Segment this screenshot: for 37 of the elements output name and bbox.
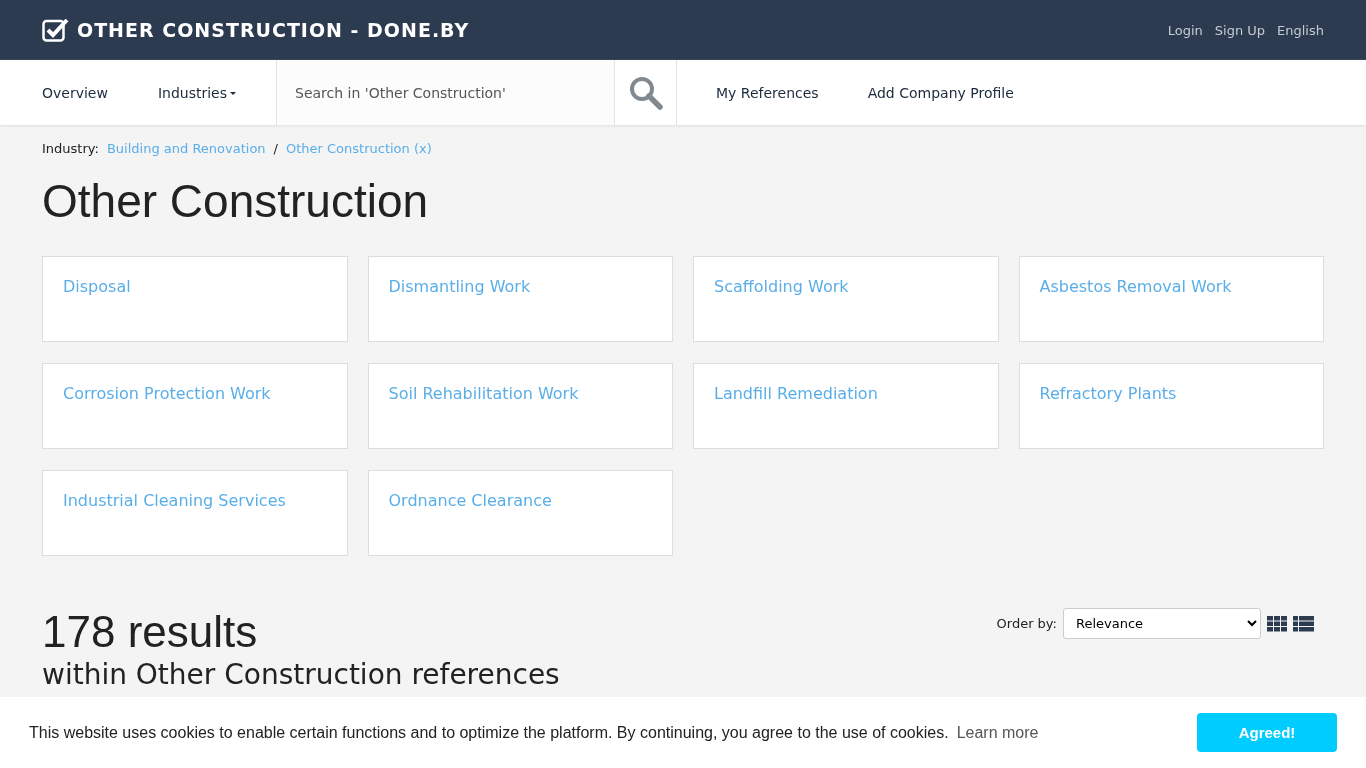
category-card[interactable]: Refractory Plants [1018, 363, 1324, 449]
search-button[interactable] [614, 60, 678, 125]
nav-link[interactable]: Overview [0, 60, 108, 125]
header-link[interactable]: Login [1167, 22, 1203, 38]
results-count: 178 results [42, 610, 259, 654]
search-icon [628, 75, 663, 110]
site-title: OTHER CONSTRUCTION - DONE.BY [77, 19, 470, 41]
category-card[interactable]: Corrosion Protection Work [42, 363, 348, 449]
order-label: Order by: [996, 616, 1057, 631]
learn-more-link[interactable]: Learn more [956, 723, 1039, 742]
category-card[interactable]: Ordnance Clearance [367, 470, 673, 556]
checkbox-logo-icon [42, 18, 69, 42]
category-card[interactable]: Soil Rehabilitation Work [367, 363, 673, 449]
grid-view-icon[interactable] [1267, 615, 1287, 632]
nav-link[interactable]: Industries [107, 60, 277, 125]
page-title: Other Construction [42, 174, 430, 228]
nav-link[interactable]: My References [677, 60, 829, 125]
breadcrumb-label: Industry: [42, 141, 99, 156]
nav-link[interactable]: Add Company Profile [828, 60, 1024, 125]
category-card[interactable]: Landfill Remediation [693, 363, 999, 449]
cookie-message: This website uses cookies to enable certain functions and to optimize the platform. By continuing, you agree to the use of cookies. [29, 723, 949, 742]
results-subtitle: within Other Construction references [42, 658, 560, 691]
category-card[interactable]: Dismantling Work [367, 256, 673, 342]
breadcrumb-separator: / [273, 141, 278, 156]
category-card[interactable]: Industrial Cleaning Services [42, 470, 348, 556]
list-view-icon[interactable] [1293, 615, 1314, 632]
agree-button[interactable]: Agreed! [1197, 713, 1337, 752]
header-link[interactable]: Sign Up [1214, 22, 1266, 38]
order-select[interactable]: Relevance [1063, 608, 1261, 639]
search-field[interactable]: Search in 'Other Construction' [276, 60, 615, 125]
header-link[interactable]: English [1277, 22, 1324, 38]
caret-icon [230, 92, 237, 95]
breadcrumb-link[interactable]: Other Construction (x) [286, 141, 432, 156]
category-card[interactable]: Asbestos Removal Work [1018, 256, 1324, 342]
category-card[interactable]: Disposal [42, 256, 348, 342]
category-card[interactable]: Scaffolding Work [693, 256, 999, 342]
breadcrumb-link[interactable]: Building and Renovation [106, 141, 266, 156]
